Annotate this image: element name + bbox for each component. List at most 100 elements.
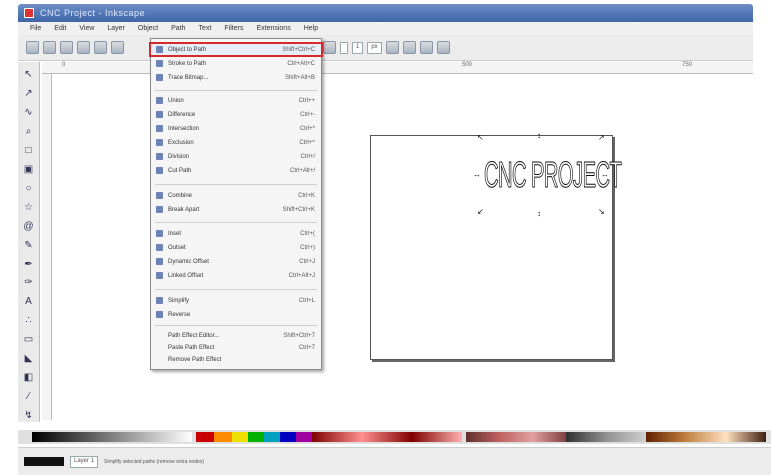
menu-item-remove-path-effect[interactable]: Remove Path Effect — [151, 354, 321, 365]
selector-tool-icon[interactable]: ↖ — [22, 68, 36, 81]
menu-item-union[interactable]: Union Ctrl++ — [151, 95, 321, 106]
menu-item-label: Union — [168, 97, 184, 104]
menu-item-trace-bitmap[interactable]: Trace Bitmap... Shift+Alt+B — [151, 72, 321, 83]
3d-box-tool-icon[interactable]: ▣ — [22, 163, 36, 176]
scale-handle-icon[interactable]: ↙ — [477, 207, 484, 216]
calligraphy-tool-icon[interactable]: ✑ — [22, 276, 36, 289]
menu-item-inset[interactable]: Inset Ctrl+( — [151, 228, 321, 239]
import-icon[interactable] — [94, 41, 107, 54]
rectangle-tool-icon[interactable]: □ — [22, 144, 36, 157]
menu-item-path-effect-editor[interactable]: Path Effect Editor... Shift+Ctrl+7 — [151, 330, 321, 341]
save-icon[interactable] — [60, 41, 73, 54]
ellipse-tool-icon[interactable]: ○ — [22, 182, 36, 195]
menu-view[interactable]: View — [77, 25, 96, 32]
color-swatch[interactable] — [566, 432, 646, 442]
menu-item-combine[interactable]: Combine Ctrl+K — [151, 190, 321, 201]
menu-item-paste-path-effect[interactable]: Paste Path Effect Ctrl+7 — [151, 342, 321, 353]
layer-select[interactable]: Layer 1 — [70, 455, 99, 468]
menu-help[interactable]: Help — [302, 25, 320, 32]
color-swatch[interactable] — [232, 432, 248, 442]
menu-item-exclusion[interactable]: Exclusion Ctrl+^ — [151, 137, 321, 148]
scale-handle-icon[interactable]: ↗ — [598, 133, 605, 142]
lock-icon[interactable] — [323, 41, 336, 54]
stroke-indicator[interactable] — [24, 457, 64, 466]
menu-item-linked-offset[interactable]: Linked Offset Ctrl+Alt+J — [151, 270, 321, 281]
open-icon[interactable] — [43, 41, 56, 54]
dropper-tool-icon[interactable]: ∕ — [22, 390, 36, 403]
export-icon[interactable] — [111, 41, 124, 54]
affect-corners-icon[interactable] — [402, 41, 416, 54]
color-swatch[interactable] — [466, 432, 566, 442]
menu-extensions[interactable]: Extensions — [254, 25, 292, 32]
pen-tool-icon[interactable]: ✒ — [22, 258, 36, 271]
color-swatch[interactable] — [264, 432, 280, 442]
menu-item-stroke-to-path[interactable]: Stroke to Path Ctrl+Alt+C — [151, 58, 321, 69]
scale-handle-icon[interactable]: ↕ — [537, 209, 541, 218]
menu-item-simplify[interactable]: Simplify Ctrl+L — [151, 295, 321, 306]
menu-item-division[interactable]: Division Ctrl+/ — [151, 151, 321, 162]
affect-stroke-icon[interactable] — [385, 41, 399, 54]
menu-item-break-apart[interactable]: Break Apart Shift+Ctrl+K — [151, 204, 321, 215]
scale-handle-icon[interactable]: ↘ — [598, 207, 605, 216]
tweak-tool-icon[interactable]: ∿ — [22, 106, 36, 119]
menu-item-reverse[interactable]: Reverse — [151, 309, 321, 320]
node-tool-icon[interactable]: ↗ — [22, 87, 36, 100]
connector-tool-icon[interactable]: ↯ — [22, 409, 36, 422]
menu-item-object-to-path[interactable]: Object to Path Shift+Ctrl+C — [149, 42, 323, 57]
object-to-path-icon — [156, 46, 163, 53]
pencil-tool-icon[interactable]: ✎ — [22, 239, 36, 252]
width-field[interactable] — [340, 41, 348, 54]
menu-item-label: Intersection — [168, 125, 200, 132]
menu-item-label: Difference — [168, 111, 196, 118]
menu-layer[interactable]: Layer — [105, 25, 127, 32]
menu-item-difference[interactable]: Difference Ctrl+- — [151, 109, 321, 120]
inset-icon — [156, 230, 163, 237]
menu-file[interactable]: File — [28, 25, 43, 32]
menu-edit[interactable]: Edit — [52, 25, 68, 32]
spray-tool-icon[interactable]: ∴ — [22, 314, 36, 327]
print-icon[interactable] — [77, 41, 90, 54]
menu-item-label: Break Apart — [168, 206, 200, 213]
ruler-tick: 500 — [462, 62, 473, 68]
menu-item-label: Stroke to Path — [168, 60, 207, 67]
menu-item-outset[interactable]: Outset Ctrl+) — [151, 242, 321, 253]
menu-item-shortcut: Ctrl+K — [298, 192, 315, 199]
color-swatch[interactable] — [214, 432, 232, 442]
color-swatch[interactable] — [312, 432, 462, 442]
zoom-field[interactable]: 1 — [352, 41, 364, 54]
unit-select[interactable]: px — [367, 41, 382, 54]
scale-handle-icon[interactable]: ↔ — [473, 170, 481, 179]
menu-object[interactable]: Object — [136, 25, 160, 32]
affect-gradient-icon[interactable] — [419, 41, 433, 54]
scale-handle-icon[interactable]: ↕ — [537, 131, 541, 140]
spiral-tool-icon[interactable]: @ — [22, 220, 36, 233]
zoom-tool-icon[interactable]: ⌕ — [22, 125, 36, 138]
color-swatch[interactable] — [296, 432, 312, 442]
affect-pattern-icon[interactable] — [436, 41, 450, 54]
menu-item-cut-path[interactable]: Cut Path Ctrl+Alt+/ — [151, 165, 321, 176]
color-swatch[interactable] — [248, 432, 264, 442]
menu-item-intersection[interactable]: Intersection Ctrl+* — [151, 123, 321, 134]
color-swatch[interactable] — [646, 432, 766, 442]
new-document-icon[interactable] — [26, 41, 39, 54]
menu-item-label: Cut Path — [168, 167, 192, 174]
horizontal-ruler: 0 250 500 750 — [42, 62, 753, 74]
canvas-text-object[interactable]: CNC PROJECT — [484, 143, 622, 207]
color-swatch[interactable] — [280, 432, 296, 442]
bucket-tool-icon[interactable]: ◣ — [22, 352, 36, 365]
menu-filters[interactable]: Filters — [222, 25, 245, 32]
menu-path[interactable]: Path — [169, 25, 187, 32]
gradient-tool-icon[interactable]: ◧ — [22, 371, 36, 384]
menu-item-shortcut: Ctrl+( — [300, 230, 315, 237]
star-tool-icon[interactable]: ☆ — [22, 201, 36, 214]
menu-separator — [155, 222, 317, 223]
scale-handle-icon[interactable]: ↖ — [477, 133, 484, 142]
grayscale-swatch[interactable] — [32, 432, 192, 442]
reverse-icon — [156, 311, 163, 318]
menu-item-shortcut: Ctrl+* — [299, 125, 315, 132]
menu-item-dynamic-offset[interactable]: Dynamic Offset Ctrl+J — [151, 256, 321, 267]
eraser-tool-icon[interactable]: ▭ — [22, 333, 36, 346]
menu-text[interactable]: Text — [197, 25, 214, 32]
color-swatch[interactable] — [196, 432, 214, 442]
text-tool-icon[interactable]: A — [22, 295, 36, 308]
